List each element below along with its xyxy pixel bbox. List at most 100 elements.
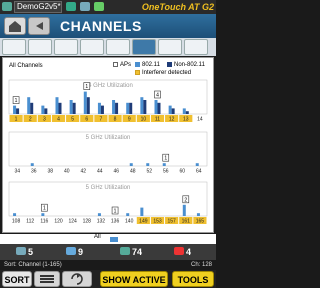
channel-tick-label: 60 xyxy=(179,169,185,175)
interferers-count[interactable]: 4 xyxy=(174,245,191,259)
tab-clients[interactable] xyxy=(54,39,78,55)
bar-80211 xyxy=(13,105,17,114)
channel-tick-label: 14 xyxy=(197,117,203,123)
ap-count-label: 1 xyxy=(85,84,88,90)
bar-80211 xyxy=(27,97,31,114)
channel-tick-label: 165 xyxy=(196,219,205,225)
bar-80211 xyxy=(129,163,133,166)
bar-80211 xyxy=(196,213,200,216)
tools-button[interactable]: TOOLS xyxy=(172,271,214,287)
networks-count[interactable]: 74 xyxy=(120,245,142,259)
client-icon xyxy=(66,247,76,255)
interferer-icon xyxy=(174,247,184,255)
wifi-icon xyxy=(66,2,76,11)
channel-tick-label: 120 xyxy=(54,219,63,225)
bar-80211 xyxy=(182,204,186,216)
channel-tick-label: 13 xyxy=(183,117,189,123)
bar-80211 xyxy=(41,105,45,114)
bar-non-80211 xyxy=(58,102,62,114)
ap-count-label: 1 xyxy=(114,209,117,215)
bar-80211 xyxy=(126,102,130,114)
bar-non-80211 xyxy=(86,97,90,114)
bar-80211 xyxy=(182,108,186,114)
channel-tick-label: 52 xyxy=(146,169,152,175)
channel-tick-label: 10 xyxy=(141,117,147,123)
bar-80211 xyxy=(140,97,144,114)
status-bar: DemoG2v5* OneTouch AT G2 xyxy=(0,0,216,14)
channel-tick-label: 108 xyxy=(12,219,21,225)
channel-tick-label: 153 xyxy=(153,219,162,225)
channel-tick-label: 149 xyxy=(139,219,148,225)
bar-non-80211 xyxy=(72,102,76,114)
tab-spectrum[interactable] xyxy=(158,39,182,55)
network-icon xyxy=(2,2,12,11)
bar-80211 xyxy=(97,102,101,114)
ap-count-label: 1 xyxy=(43,206,46,212)
tab-interferers[interactable] xyxy=(80,39,104,55)
bar-non-80211 xyxy=(115,102,119,114)
tab-channels[interactable] xyxy=(132,39,156,55)
home-button[interactable] xyxy=(4,17,26,35)
channel-tick-label: 38 xyxy=(47,169,53,175)
bar-80211 xyxy=(41,213,45,216)
list-icon xyxy=(40,275,54,283)
tab-networks[interactable] xyxy=(2,39,26,55)
bar-non-80211 xyxy=(129,102,133,114)
channel-tick-label: 140 xyxy=(125,219,134,225)
bar-80211 xyxy=(168,105,172,114)
sort-status: Sort: Channel (1-165) Ch: 128 xyxy=(0,260,216,270)
list-view-button[interactable] xyxy=(34,271,60,287)
bar-non-80211 xyxy=(157,102,161,114)
ap-count-label: 4 xyxy=(156,93,159,99)
bar-non-80211 xyxy=(16,108,20,114)
chart-2-4ghz: 2.4 GHz Utilization1 2 3 4 5 6 7 8 9 10 11 12 13 1411… xyxy=(8,79,208,123)
device-name-dropdown[interactable]: DemoG2v5* xyxy=(14,1,62,13)
channel-tick-label: 4 xyxy=(57,117,60,123)
panel-title: All Channels xyxy=(9,63,43,69)
channels-panel: All Channels APs 802.11 Non-802.11 Inter… xyxy=(2,57,214,233)
bar-80211 xyxy=(69,100,73,114)
channel-tick-label: 3 xyxy=(43,117,46,123)
sort-button[interactable]: SORT xyxy=(2,271,32,287)
refresh-button[interactable] xyxy=(62,271,92,287)
show-active-button[interactable]: SHOW ACTIVE xyxy=(100,271,168,287)
all-summary-strip: All xyxy=(0,234,216,244)
summary-counts: 5 9 74 4 xyxy=(0,244,216,260)
aps-count[interactable]: 5 xyxy=(16,245,33,259)
ap-count-label: 2 xyxy=(184,197,187,203)
channel-tick-label: 157 xyxy=(167,219,176,225)
channel-tick-label: 64 xyxy=(196,169,202,175)
channel-tick-label: 161 xyxy=(182,219,191,225)
clients-count[interactable]: 9 xyxy=(66,245,83,259)
ap-count-label: 1 xyxy=(164,156,167,162)
swatch-icon xyxy=(135,62,140,67)
channel-tick-label: 112 xyxy=(26,219,34,225)
channel-tick-label: 11 xyxy=(155,117,160,123)
battery-icon xyxy=(94,2,104,11)
tab-access-points[interactable] xyxy=(28,39,52,55)
channel-tick-label: 136 xyxy=(111,219,120,225)
bar-80211 xyxy=(55,97,59,114)
header: CHANNELS xyxy=(0,14,216,38)
channel-tick-label: 36 xyxy=(31,169,37,175)
channel-tick-label: 42 xyxy=(80,169,86,175)
channel-tick-label: 6 xyxy=(85,117,88,123)
sort-text: Sort: Channel (1-165) xyxy=(4,262,62,268)
channel-tick-label: 46 xyxy=(113,169,119,175)
bar-80211 xyxy=(30,163,34,166)
swatch-icon xyxy=(167,62,172,67)
product-name: OneTouch AT G2 xyxy=(141,2,214,12)
tab-devices[interactable] xyxy=(106,39,130,55)
bar-non-80211 xyxy=(30,102,34,114)
channel-tick-label: 12 xyxy=(169,117,175,123)
channel-tick-label: 48 xyxy=(130,169,136,175)
back-button[interactable] xyxy=(28,17,50,35)
channel-tick-label: 5 xyxy=(71,117,74,123)
tab-scan[interactable] xyxy=(184,39,208,55)
bar-80211 xyxy=(146,163,150,166)
channel-count: Ch: 128 xyxy=(190,262,212,268)
channel-tick-label: 124 xyxy=(68,219,77,225)
channel-tick-label: 128 xyxy=(83,219,92,225)
bar-80211 xyxy=(97,213,101,216)
bar-80211 xyxy=(154,100,158,114)
